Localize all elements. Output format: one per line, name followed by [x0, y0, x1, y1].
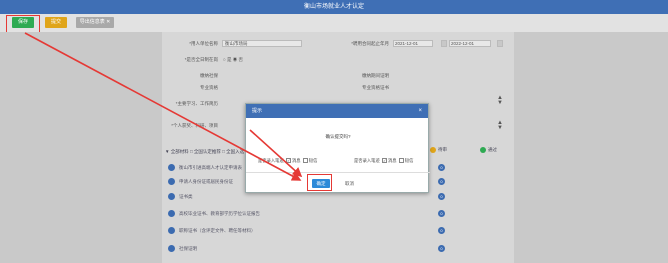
annotation-arrows	[24, 32, 303, 181]
arrow-to-ok	[249, 129, 303, 178]
arrow-save-to-ok	[24, 32, 302, 181]
